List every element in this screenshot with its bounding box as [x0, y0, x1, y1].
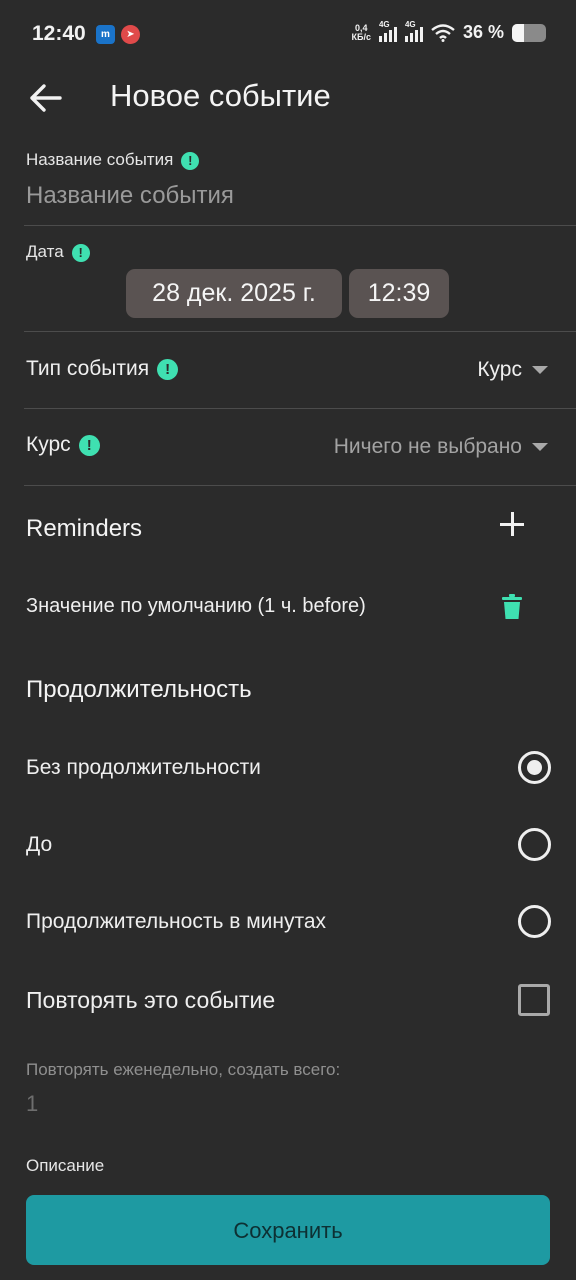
event-type-label: Тип события!: [26, 357, 179, 381]
course-label: Курс!: [26, 433, 100, 457]
add-reminder-icon[interactable]: [500, 512, 526, 538]
net-speed: 0,4 КБ/с: [351, 22, 371, 42]
duration-option-until-radio[interactable]: [518, 828, 551, 861]
info-icon[interactable]: !: [157, 358, 179, 380]
repeat-count-input[interactable]: 1: [26, 1091, 38, 1117]
repeat-event-checkbox[interactable]: [518, 984, 550, 1016]
signal-icon-2: 4G: [404, 20, 423, 42]
notification-telegram-icon: ➤: [121, 25, 140, 44]
notification-app-icon: m: [96, 25, 115, 44]
battery-percent: 36 %: [462, 22, 504, 42]
save-button[interactable]: Сохранить: [26, 1195, 550, 1265]
duration-option-none-label[interactable]: Без продолжительности: [26, 756, 261, 780]
divider: [24, 408, 576, 409]
repeat-weekly-label: Повторять еженедельно, создать всего:: [26, 1060, 341, 1079]
duration-option-none-radio[interactable]: [518, 751, 551, 784]
date-label: Дата!: [26, 242, 90, 262]
status-bar: 12:40 m ➤ 0,4 КБ/с 4G 4G 36 %: [0, 0, 576, 68]
info-icon[interactable]: !: [181, 151, 200, 170]
duration-option-minutes-label[interactable]: Продолжительность в минутах: [26, 910, 326, 934]
delete-reminder-icon[interactable]: [501, 594, 523, 620]
dropdown-caret-icon: [532, 443, 548, 451]
time-picker-button[interactable]: 12:39: [349, 269, 449, 318]
repeat-event-label[interactable]: Повторять это событие: [26, 987, 275, 1014]
course-dropdown[interactable]: Ничего не выбрано: [334, 435, 548, 459]
reminders-title: Reminders: [26, 515, 143, 542]
wifi-icon: [431, 23, 455, 42]
info-icon[interactable]: !: [78, 434, 100, 456]
info-icon[interactable]: !: [71, 243, 90, 262]
signal-icon: 4G: [378, 20, 397, 42]
date-picker-button[interactable]: 28 дек. 2025 г.: [126, 269, 342, 318]
event-type-dropdown[interactable]: Курс: [477, 358, 548, 382]
status-indicators: 0,4 КБ/с 4G 4G 36 %: [351, 20, 546, 43]
duration-option-minutes-radio[interactable]: [518, 905, 551, 938]
event-name-label: Название события!: [26, 150, 200, 170]
duration-title: Продолжительность: [26, 676, 252, 703]
divider: [24, 331, 576, 332]
reminder-item: Значение по умолчанию (1 ч. before): [26, 595, 366, 617]
battery-fill: [512, 23, 525, 42]
back-arrow-icon[interactable]: [24, 78, 68, 118]
dropdown-caret-icon: [532, 366, 548, 374]
page-title: Новое событие: [110, 78, 331, 113]
event-name-input[interactable]: Название события: [26, 182, 234, 210]
divider: [24, 485, 576, 486]
status-time: 12:40: [32, 22, 86, 45]
duration-option-until-label[interactable]: До: [26, 833, 52, 857]
battery-icon: [512, 23, 546, 42]
description-label: Описание: [26, 1156, 105, 1175]
divider: [24, 225, 576, 226]
